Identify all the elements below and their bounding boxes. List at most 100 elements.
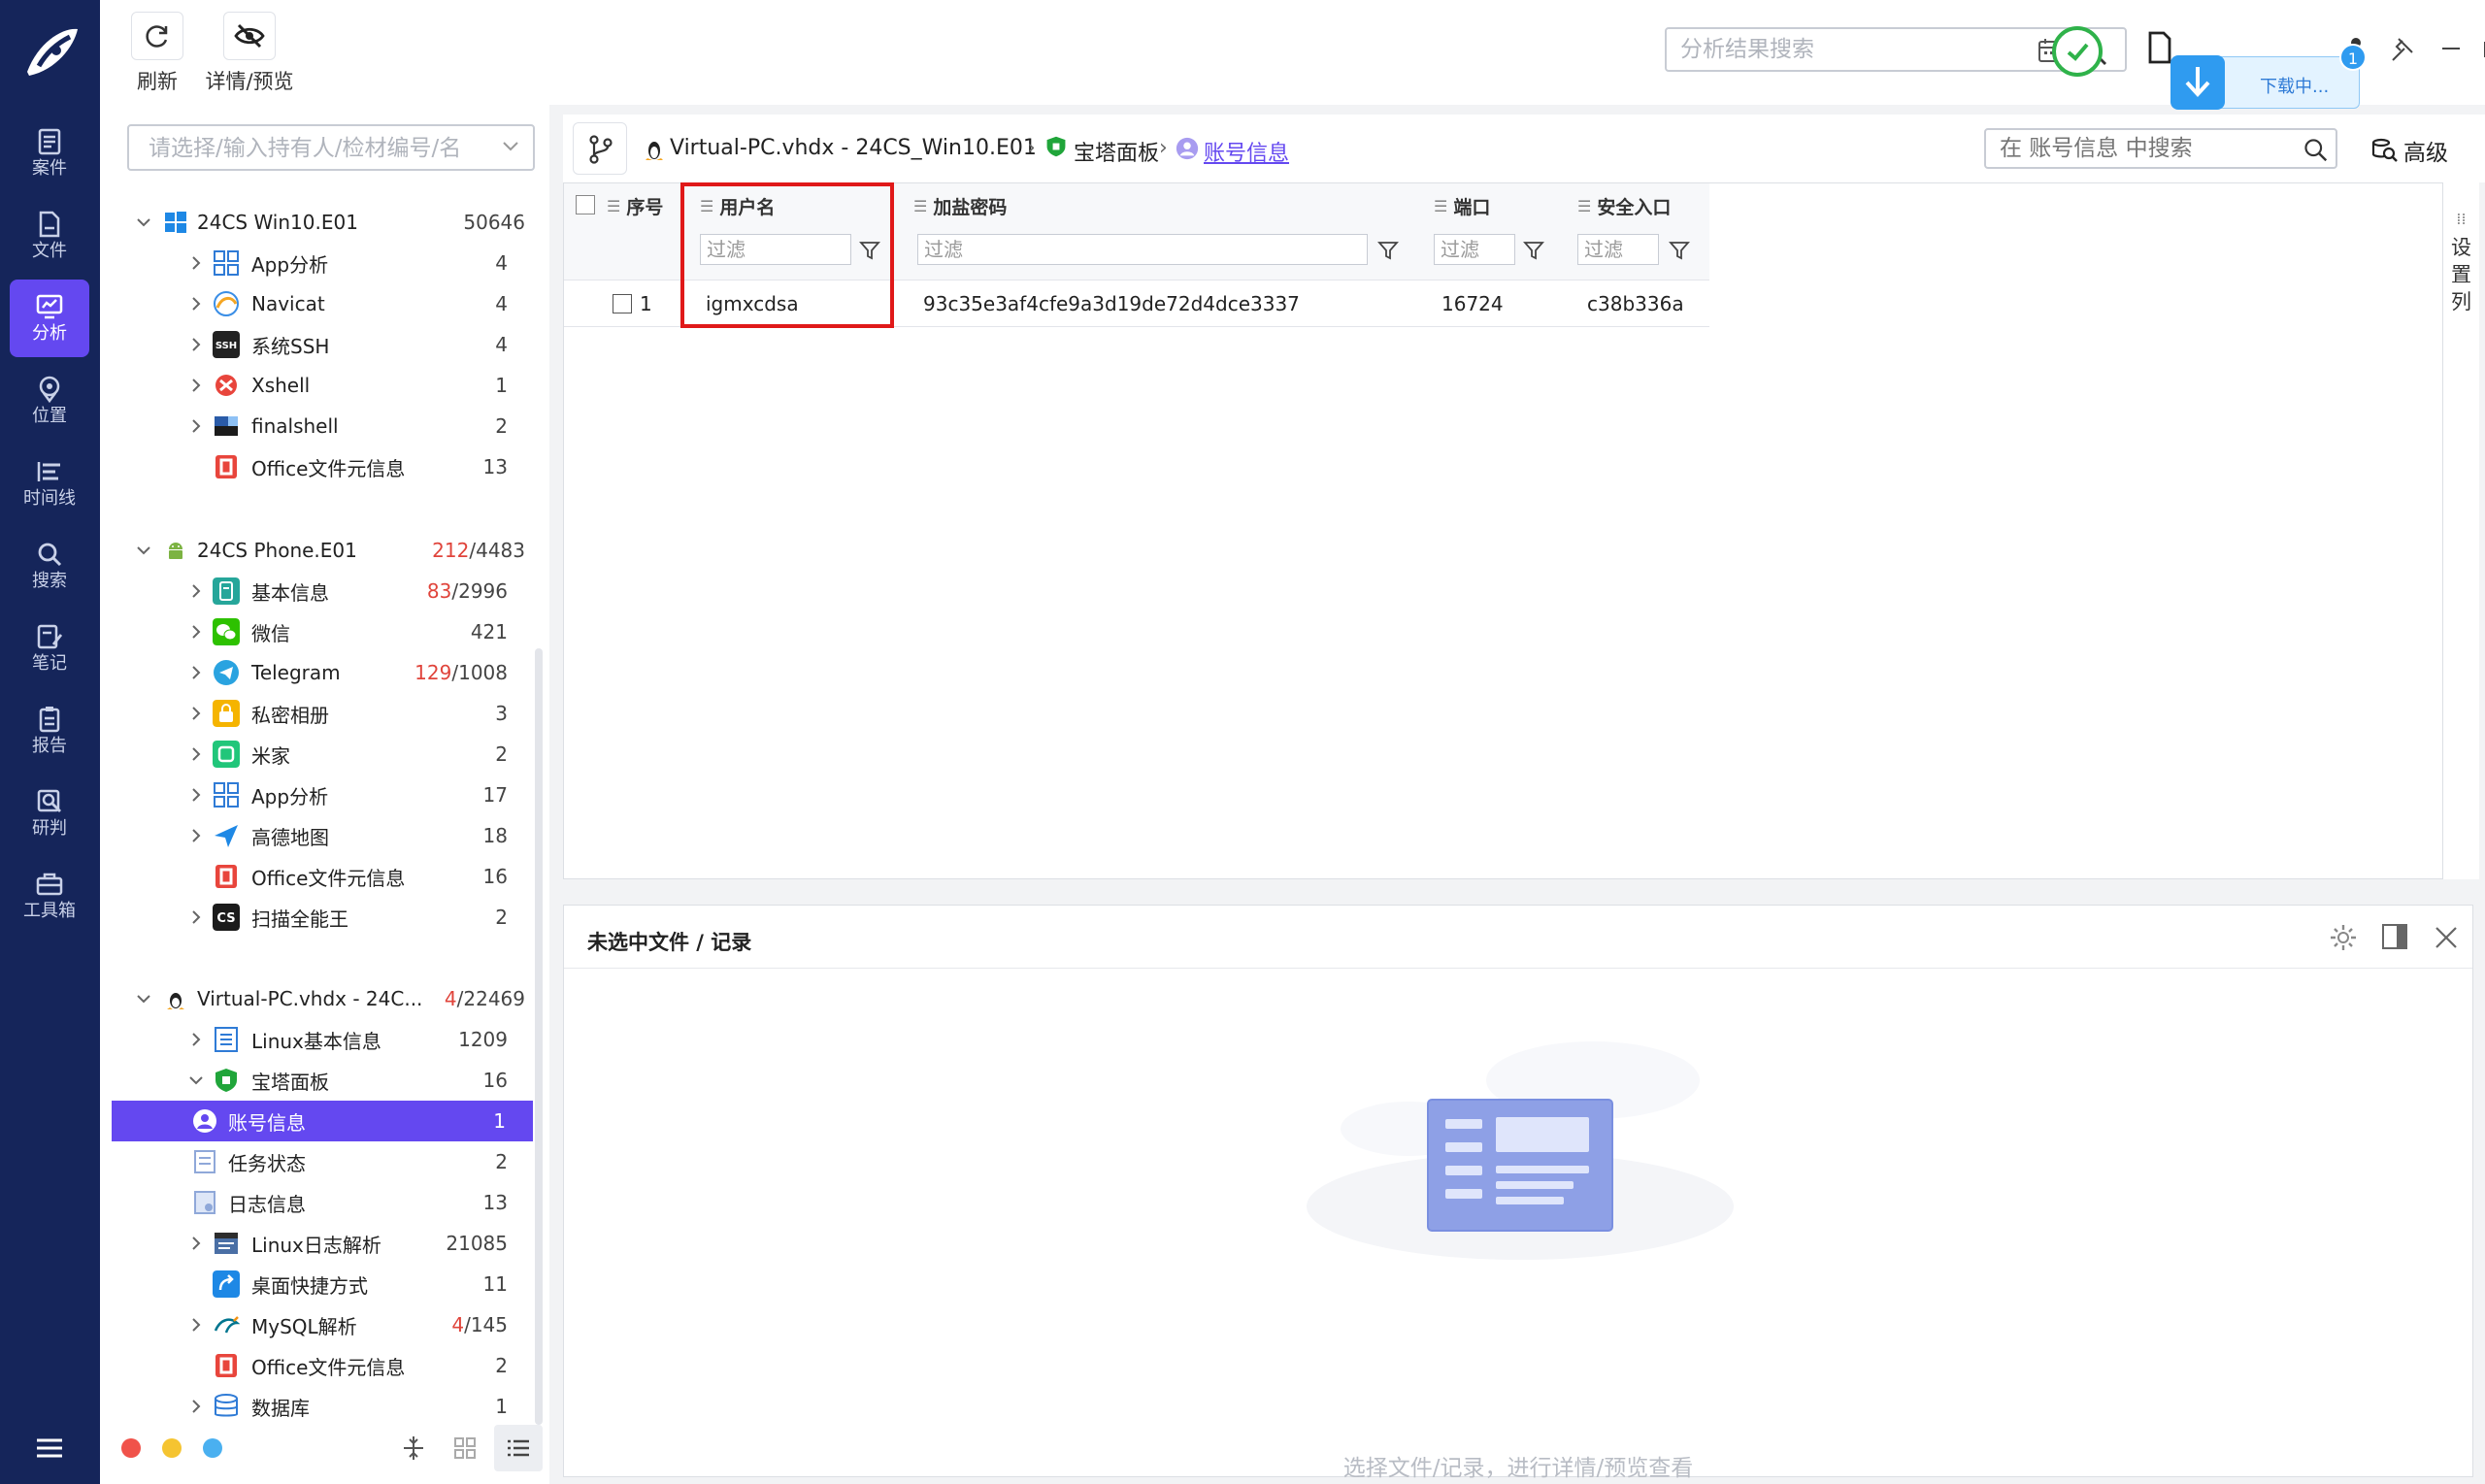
chevron-down-icon[interactable] [135, 542, 152, 559]
entry-filter-input[interactable] [1578, 235, 1658, 264]
breadcrumb-current[interactable]: 账号信息 [1204, 136, 1289, 167]
chevron-right-icon[interactable] [187, 745, 205, 763]
select-all-checkbox[interactable] [576, 195, 595, 214]
chevron-right-icon[interactable] [187, 1398, 205, 1415]
split-panel-icon[interactable] [2381, 923, 2408, 950]
nav-file[interactable]: 文件 [10, 197, 89, 275]
tree-item-account-info[interactable]: 账号信息 1 [112, 1101, 533, 1141]
tree-item-xshell[interactable]: Xshell 1 [110, 365, 537, 406]
gear-icon[interactable] [2329, 923, 2358, 952]
chevron-right-icon[interactable] [187, 786, 205, 804]
column-header-salted-password[interactable]: ☰ 加盐密码 [913, 183, 1007, 228]
tree-group-win10[interactable]: 24CS Win10.E01 50646 [110, 202, 537, 243]
analysis-search-input[interactable] [1680, 35, 2030, 64]
tree-item-ssh[interactable]: SSH 系统SSH 4 [110, 324, 537, 365]
breadcrumb-item[interactable]: Virtual-PC.vhdx - 24CS_Win10.E01 [670, 136, 1037, 160]
branch-button[interactable] [573, 122, 627, 175]
tree-group-virtual-pc[interactable]: Virtual-PC.vhdx - 24C... 4/22469 [110, 978, 537, 1019]
chevron-right-icon[interactable] [187, 295, 205, 313]
chevron-right-icon[interactable] [187, 377, 205, 394]
chevron-right-icon[interactable] [187, 1235, 205, 1252]
breadcrumb-item[interactable]: 宝塔面板 [1074, 136, 1159, 167]
chevron-right-icon[interactable] [187, 623, 205, 641]
tree-item-office-3[interactable]: Office文件元信息 2 [110, 1345, 537, 1386]
tree-item-office[interactable]: Office文件元信息 13 [110, 446, 537, 487]
chevron-right-icon[interactable] [187, 1316, 205, 1334]
nav-judge[interactable]: 研判 [10, 775, 89, 852]
tree-item-mijia[interactable]: 米家 2 [110, 734, 537, 775]
refresh-button[interactable]: 刷新 [125, 12, 189, 95]
chevron-down-icon[interactable] [187, 1072, 205, 1089]
list-view-button[interactable] [494, 1425, 543, 1471]
tree-item-log-info[interactable]: 日志信息 13 [110, 1182, 537, 1223]
status-dot-yellow[interactable] [162, 1438, 182, 1458]
chevron-right-icon[interactable] [187, 336, 205, 353]
column-header-port[interactable]: ☰ 端口 [1434, 183, 1490, 228]
nav-report[interactable]: 报告 [10, 692, 89, 770]
restore-icon[interactable] [2480, 35, 2485, 62]
detail-preview-button[interactable]: 详情/预览 [201, 12, 298, 95]
status-dot-red[interactable] [121, 1438, 141, 1458]
tree-item-basic-info[interactable]: 基本信息 83/2996 [110, 571, 537, 611]
tree-item-amap[interactable]: 高德地图 18 [110, 815, 537, 856]
tree-item-baota[interactable]: 宝塔面板 16 [110, 1060, 537, 1101]
nav-analysis[interactable]: 分析 [10, 280, 89, 357]
tree-item-app-analysis-2[interactable]: App分析 17 [110, 775, 537, 815]
tree-item-telegram[interactable]: Telegram 129/1008 [110, 652, 537, 693]
nav-location[interactable]: 位置 [10, 362, 89, 440]
nav-search[interactable]: 搜索 [10, 527, 89, 605]
table-search-input[interactable] [2000, 135, 2291, 162]
tree-item-office-2[interactable]: Office文件元信息 16 [110, 856, 537, 897]
download-popup[interactable]: 下载中... 1 [2170, 44, 2367, 110]
android-icon [169, 543, 182, 559]
tree-item-desktop-shortcut[interactable]: 桌面快捷方式 11 [110, 1264, 537, 1304]
grid-view-icon[interactable] [453, 1436, 477, 1460]
close-icon[interactable] [2434, 925, 2459, 950]
row-checkbox[interactable] [613, 294, 632, 313]
tree-item-app-analysis[interactable]: App分析 4 [110, 243, 537, 283]
evidence-filter-input[interactable] [149, 134, 488, 163]
chevron-down-icon[interactable] [502, 140, 519, 153]
pin-icon[interactable] [2389, 35, 2416, 62]
chevron-right-icon[interactable] [187, 664, 205, 681]
chevron-right-icon[interactable] [187, 827, 205, 844]
status-check-icon[interactable] [2051, 25, 2104, 78]
minimize-icon[interactable] [2437, 35, 2465, 62]
document-icon[interactable] [2146, 31, 2173, 64]
chevron-right-icon[interactable] [187, 705, 205, 722]
menu-icon[interactable] [35, 1436, 64, 1460]
column-header-entry[interactable]: ☰ 安全入口 [1577, 183, 1671, 228]
nav-case[interactable]: 案件 [10, 115, 89, 192]
nav-note[interactable]: 笔记 [10, 610, 89, 687]
chevron-right-icon[interactable] [187, 417, 205, 435]
filter-icon[interactable] [1669, 240, 1690, 261]
port-filter-input[interactable] [1435, 235, 1514, 264]
salted-password-filter-input[interactable] [918, 235, 1367, 264]
chevron-right-icon[interactable] [187, 582, 205, 600]
search-icon[interactable] [2303, 137, 2328, 162]
tree-item-wechat[interactable]: 微信 421 [110, 611, 537, 652]
status-dot-blue[interactable] [203, 1438, 222, 1458]
tree-item-linux-log[interactable]: Linux日志解析 21085 [110, 1223, 537, 1264]
tree-item-mysql[interactable]: MySQL解析 4/145 [110, 1304, 537, 1345]
tree-item-private-album[interactable]: 私密相册 3 [110, 693, 537, 734]
sidebar-scrollbar[interactable] [535, 648, 543, 1425]
chevron-down-icon[interactable] [135, 990, 152, 1007]
tree-item-linux-basic[interactable]: Linux基本信息 1209 [110, 1019, 537, 1060]
tree-item-finalshell[interactable]: finalshell 2 [110, 406, 537, 446]
chevron-down-icon[interactable] [135, 214, 152, 231]
nav-timeline[interactable]: 时间线 [10, 445, 89, 522]
nav-toolbox[interactable]: 工具箱 [10, 857, 89, 935]
tree-item-navicat[interactable]: Navicat 4 [110, 283, 537, 324]
chevron-right-icon[interactable] [187, 254, 205, 272]
column-settings-button[interactable]: ⁞⁞ 设置列 [2442, 182, 2479, 879]
collapse-all-icon[interactable] [401, 1435, 426, 1462]
tree-item-camscanner[interactable]: CS 扫描全能王 2 [110, 897, 537, 938]
chevron-right-icon[interactable] [187, 1031, 205, 1048]
chevron-right-icon[interactable] [187, 908, 205, 926]
filter-icon[interactable] [1377, 240, 1399, 261]
column-header-index[interactable]: ☰ 序号 [607, 183, 663, 228]
filter-icon[interactable] [1523, 240, 1544, 261]
tree-group-phone[interactable]: 24CS Phone.E01 212/4483 [110, 530, 537, 571]
tree-item-task-status[interactable]: 任务状态 2 [110, 1141, 537, 1182]
